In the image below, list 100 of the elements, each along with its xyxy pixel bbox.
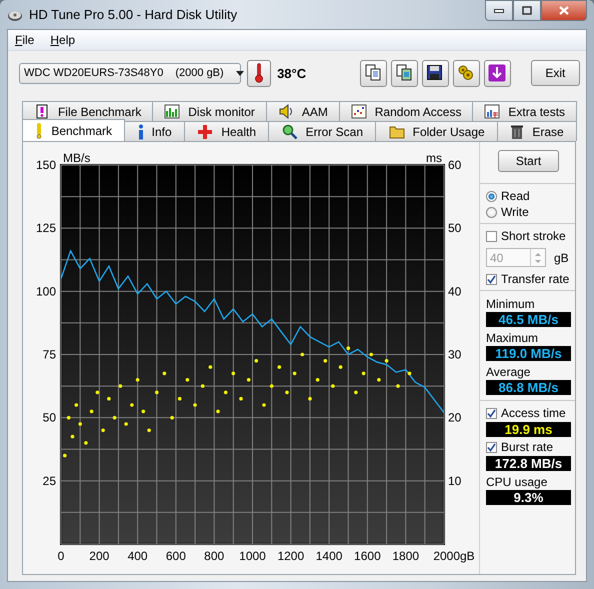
data-point bbox=[112, 416, 116, 420]
axis-title: ms bbox=[426, 151, 442, 165]
axis-label: 100 bbox=[36, 284, 56, 298]
checkbox-option[interactable]: Short stroke bbox=[486, 228, 571, 244]
thermometer-icon bbox=[255, 63, 264, 83]
menu-item[interactable]: File bbox=[14, 31, 36, 49]
tab[interactable]: Extra tests bbox=[472, 101, 578, 121]
checkbox[interactable] bbox=[486, 442, 497, 452]
axis-label: 75 bbox=[42, 348, 56, 362]
grid-chart-icon bbox=[484, 104, 500, 120]
axis-label: 25 bbox=[42, 474, 56, 488]
drive-dropdown[interactable]: WDC WD20EURS-73S48Y0 (2000 gB) bbox=[19, 62, 241, 84]
data-point bbox=[316, 378, 320, 382]
axis-label: 800 bbox=[204, 549, 224, 563]
checkbox[interactable] bbox=[486, 408, 497, 418]
maximize-icon bbox=[522, 6, 532, 15]
readout-value: 86.8 MB/s bbox=[486, 380, 571, 395]
data-point bbox=[362, 372, 366, 376]
close-icon bbox=[559, 6, 569, 15]
checkbox-option[interactable]: Burst rate bbox=[486, 439, 571, 455]
axis-label: 50 bbox=[42, 410, 56, 425]
data-point bbox=[155, 390, 159, 394]
data-point bbox=[232, 372, 236, 376]
data-point bbox=[70, 434, 74, 438]
stat-label: Minimum bbox=[486, 297, 536, 311]
axis-label: 2000gB bbox=[433, 549, 475, 563]
toolbar-button[interactable] bbox=[422, 60, 449, 86]
exit-button[interactable]: Exit bbox=[530, 60, 580, 86]
window-title: HD Tune Pro 5.00 - Hard Disk Utility bbox=[29, 7, 238, 22]
axis-label: 40 bbox=[448, 284, 462, 298]
data-point bbox=[246, 378, 250, 382]
stat-label: Average bbox=[486, 365, 532, 379]
radio-option[interactable]: Write bbox=[486, 204, 571, 220]
data-point bbox=[90, 410, 94, 414]
menu-item[interactable]: Help bbox=[49, 31, 76, 49]
toolbar-button[interactable] bbox=[390, 60, 418, 86]
data-point bbox=[292, 372, 296, 376]
tab[interactable]: Error Scan bbox=[268, 121, 376, 141]
radio-button[interactable] bbox=[486, 206, 497, 218]
radio-button[interactable] bbox=[486, 190, 497, 202]
data-point bbox=[193, 403, 197, 407]
data-point bbox=[136, 378, 140, 382]
toolbar-button[interactable] bbox=[360, 60, 387, 86]
scatter-icon bbox=[350, 104, 367, 120]
data-point bbox=[147, 428, 151, 432]
data-point bbox=[178, 396, 182, 400]
data-point bbox=[118, 384, 122, 388]
data-point bbox=[331, 384, 335, 388]
tab[interactable]: Disk monitor bbox=[152, 101, 267, 121]
tab[interactable]: File Benchmark bbox=[22, 101, 154, 121]
checkbox[interactable] bbox=[486, 274, 497, 284]
minimize-button[interactable] bbox=[485, 0, 513, 21]
data-point bbox=[300, 352, 304, 356]
tab[interactable]: AAM bbox=[266, 101, 340, 121]
data-point bbox=[170, 416, 174, 420]
data-point bbox=[96, 390, 100, 394]
data-point bbox=[346, 346, 350, 350]
tab[interactable]: Health bbox=[184, 121, 270, 141]
thermometer-button[interactable] bbox=[247, 60, 272, 86]
axis-label: 200 bbox=[89, 549, 110, 563]
tab[interactable]: Info bbox=[124, 121, 185, 141]
data-point bbox=[324, 359, 328, 363]
caret-icon bbox=[236, 71, 244, 76]
start-button[interactable]: Start bbox=[498, 150, 559, 172]
data-point bbox=[200, 384, 204, 388]
data-point bbox=[130, 403, 134, 407]
axis-label: 60 bbox=[448, 158, 462, 172]
close-button[interactable] bbox=[541, 0, 587, 21]
checkbox-option[interactable]: Transfer rate bbox=[486, 271, 571, 287]
tab[interactable]: Folder Usage bbox=[375, 121, 498, 141]
tab[interactable]: Erase bbox=[497, 121, 578, 141]
radio-option[interactable]: Read bbox=[486, 188, 571, 204]
data-point bbox=[66, 416, 70, 420]
data-point bbox=[384, 359, 388, 363]
tab[interactable]: Benchmark bbox=[22, 119, 126, 141]
data-point bbox=[262, 403, 266, 407]
checkbox[interactable] bbox=[486, 230, 497, 242]
axis-label: 600 bbox=[166, 549, 186, 563]
readout-value: 172.8 MB/s bbox=[486, 456, 571, 471]
toolbar-button[interactable] bbox=[452, 60, 480, 86]
checkbox-option[interactable]: Access time bbox=[486, 405, 571, 421]
temperature-reading: 38°C bbox=[277, 66, 308, 80]
data-point bbox=[142, 410, 146, 414]
toolbar-button[interactable] bbox=[484, 60, 511, 86]
axis-label: 20 bbox=[448, 410, 462, 425]
axis-label: 150 bbox=[36, 158, 56, 172]
maximize-button[interactable] bbox=[513, 0, 541, 21]
data-point bbox=[377, 378, 381, 382]
data-point bbox=[63, 454, 67, 458]
data-point bbox=[285, 390, 289, 394]
tab[interactable]: Random Access bbox=[338, 101, 474, 121]
data-point bbox=[216, 410, 220, 414]
data-point bbox=[278, 365, 282, 369]
axis-label: 1600 bbox=[354, 549, 381, 563]
data-point bbox=[74, 403, 78, 407]
axis-title: MB/s bbox=[63, 151, 90, 165]
data-point bbox=[124, 422, 128, 426]
bar-chart-icon bbox=[164, 104, 180, 120]
axis-label: 400 bbox=[128, 549, 148, 563]
axis-label: 10 bbox=[448, 474, 462, 488]
